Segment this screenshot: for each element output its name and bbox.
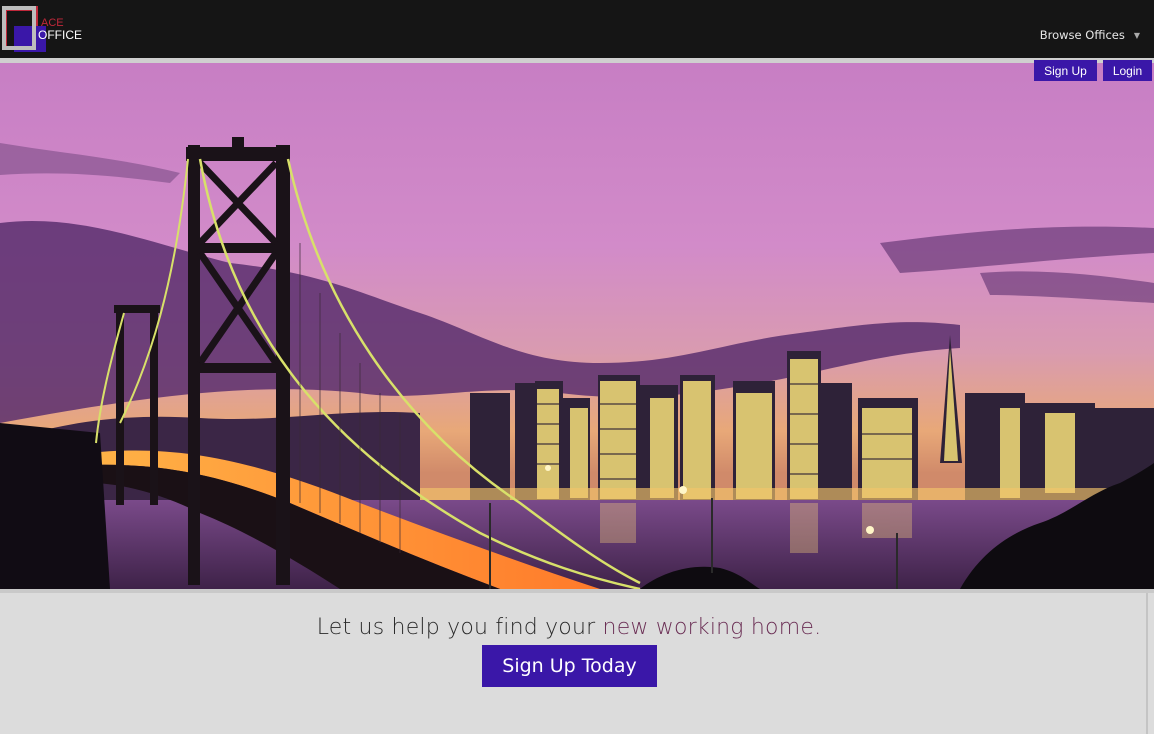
signup-button[interactable]: Sign Up: [1034, 60, 1097, 81]
browse-offices-label: Browse Offices: [1039, 28, 1125, 42]
top-navbar: ACE OFFICE Browse Offices ▼: [0, 0, 1154, 58]
hero-skyline-illustration: [0, 63, 1154, 589]
logo-mark-icon: ACE OFFICE: [2, 6, 82, 52]
cta-section: Let us help you find your new working ho…: [0, 589, 1154, 734]
svg-text:OFFICE: OFFICE: [38, 28, 82, 42]
cta-panel: Let us help you find your new working ho…: [0, 593, 1148, 734]
login-button[interactable]: Login: [1103, 60, 1152, 81]
signup-today-button[interactable]: Sign Up Today: [482, 645, 657, 687]
tagline-text: Let us help you find your: [316, 615, 603, 640]
tagline-highlight: new working home.: [602, 615, 822, 640]
chevron-down-icon: ▼: [1133, 30, 1140, 40]
hero-image: [0, 63, 1154, 589]
tagline: Let us help you find your new working ho…: [0, 615, 1138, 640]
logo[interactable]: ACE OFFICE: [0, 4, 90, 54]
browse-offices-dropdown[interactable]: Browse Offices ▼: [1040, 28, 1140, 42]
